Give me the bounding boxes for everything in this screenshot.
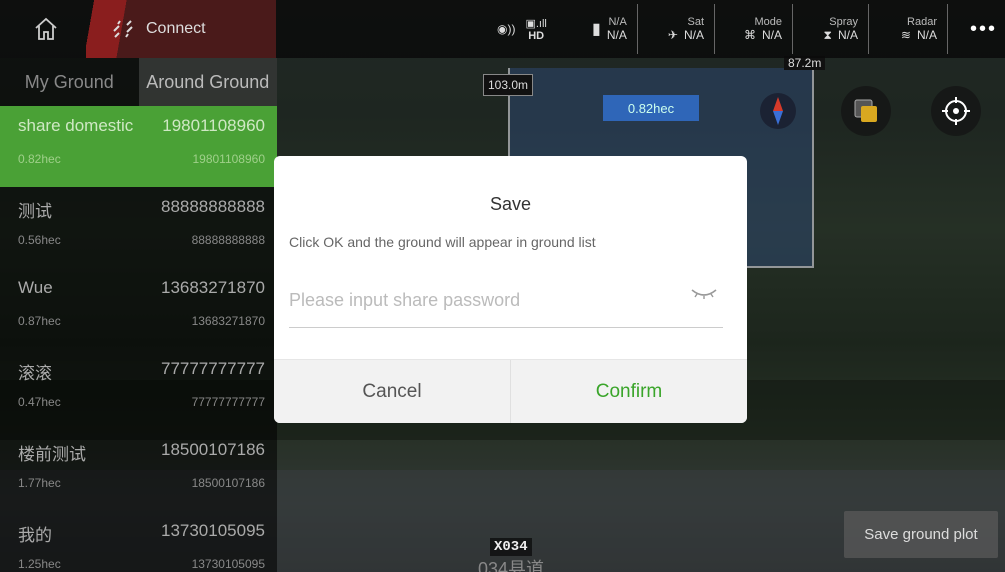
remote-signal-icon: ◉))	[497, 22, 516, 36]
list-item[interactable]: 测试 88888888888 0.56hec 88888888888	[0, 187, 277, 268]
street-label: 034县道	[478, 559, 545, 572]
distance-label-2: 87.2m	[784, 56, 826, 70]
ground-area: 1.25hec	[18, 557, 61, 571]
hd-label: HD	[528, 29, 545, 42]
list-item[interactable]: 滚滚 77777777777 0.47hec 77777777777	[0, 349, 277, 430]
ground-area: 0.56hec	[18, 233, 61, 247]
radar-value: N/A	[916, 28, 937, 42]
list-item[interactable]: Wue 13683271870 0.87hec 13683271870	[0, 268, 277, 349]
ground-name: 滚滚	[18, 364, 52, 383]
mode-value: N/A	[761, 28, 782, 42]
tab-my-ground[interactable]: My Ground	[0, 58, 139, 106]
ground-area: 0.47hec	[18, 395, 61, 409]
ground-phone-sub: 19801108960	[192, 152, 265, 166]
spray-icon: ⧗	[823, 27, 832, 42]
battery-icon: ▮	[592, 21, 601, 38]
locate-button[interactable]	[931, 86, 981, 136]
eye-closed-icon[interactable]	[689, 284, 719, 304]
ground-phone-sub: 13683271870	[191, 314, 265, 328]
ground-phone: 18500107186	[160, 440, 265, 459]
ground-name: share domestic	[18, 116, 134, 135]
controller-icon: ▣.ıll	[525, 17, 547, 30]
sat-value: N/A	[683, 28, 704, 42]
ground-phone-sub: 13730105095	[191, 557, 265, 571]
ground-phone: 77777777777	[160, 359, 265, 378]
road-code-label: X034	[490, 538, 532, 556]
spray-title: Spray	[829, 15, 858, 28]
ground-phone-sub: 77777777777	[191, 395, 265, 409]
top-status-bar: Connect ◉)) ▣.ıll HD ▮ N/A N/A Sat ✈ N/A …	[0, 0, 1005, 58]
home-button[interactable]	[0, 0, 92, 58]
satellite-icon: ✈	[667, 28, 678, 42]
list-item[interactable]: 我的 13730105095 1.25hec 13730105095	[0, 511, 277, 572]
spray-value: N/A	[837, 28, 858, 42]
ground-area: 1.77hec	[18, 476, 61, 490]
battery-value: N/A	[608, 16, 627, 28]
radar-title: Radar	[907, 16, 937, 28]
dialog-message: Click OK and the ground will appear in g…	[289, 234, 596, 250]
confirm-button[interactable]: Confirm	[511, 360, 747, 423]
drone-icon: ⌘	[743, 28, 756, 42]
list-item[interactable]: 楼前测试 18500107186 1.77hec 18500107186	[0, 430, 277, 511]
ground-name: 我的	[18, 526, 52, 545]
dialog-title: Save	[489, 194, 532, 214]
distance-label: 103.0m	[483, 74, 534, 96]
ground-tabs: My Ground Around Ground	[0, 58, 277, 106]
sat-title: Sat	[687, 16, 704, 28]
more-menu-button[interactable]: •••	[970, 18, 997, 41]
list-item[interactable]: share domestic 19801108960 0.82hec 19801…	[0, 106, 277, 187]
ground-phone: 19801108960	[162, 116, 265, 135]
radar-status: Radar ≋ N/A	[870, 0, 948, 58]
ground-phone: 13683271870	[160, 278, 265, 297]
ground-area: 0.87hec	[18, 314, 61, 328]
tab-around-ground[interactable]: Around Ground	[138, 58, 277, 106]
connect-button[interactable]: Connect	[86, 0, 276, 58]
layers-icon	[854, 99, 877, 122]
home-icon	[35, 17, 57, 40]
share-password-input[interactable]	[289, 274, 723, 328]
mode-status: Mode ⌘ N/A	[717, 0, 793, 58]
ground-name: 测试	[18, 202, 52, 221]
battery-status: ▮ N/A N/A	[582, 0, 638, 58]
dialog-actions: Cancel Confirm	[274, 359, 747, 423]
ground-phone-sub: 18500107186	[191, 476, 265, 490]
cancel-button[interactable]: Cancel	[274, 360, 511, 423]
crosshair-icon	[942, 97, 970, 125]
connect-label: Connect	[146, 20, 206, 37]
mode-title: Mode	[754, 16, 782, 28]
disconnected-link-icon	[113, 20, 133, 38]
ground-phone: 13730105095	[160, 521, 265, 540]
sat-status: Sat ✈ N/A	[647, 0, 715, 58]
save-dialog: Save Click OK and the ground will appear…	[274, 156, 747, 423]
ground-phone-sub: 88888888888	[191, 233, 265, 247]
layers-button[interactable]	[841, 86, 891, 136]
ground-phone: 88888888888	[160, 197, 265, 216]
area-label: 0.82hec	[603, 95, 699, 121]
ground-name: 楼前测试	[18, 445, 86, 464]
save-ground-plot-button[interactable]: Save ground plot	[844, 511, 998, 558]
ground-list-panel: My Ground Around Ground share domestic 1…	[0, 58, 277, 572]
radar-icon: ≋	[900, 28, 911, 42]
ground-area: 0.82hec	[18, 152, 61, 166]
compass-icon[interactable]	[753, 86, 803, 136]
ground-name: Wue	[18, 278, 53, 297]
spray-status: Spray ⧗ N/A	[795, 0, 869, 58]
signal-status: ◉)) ▣.ıll HD	[497, 0, 553, 58]
battery-value-2: N/A	[606, 28, 627, 42]
